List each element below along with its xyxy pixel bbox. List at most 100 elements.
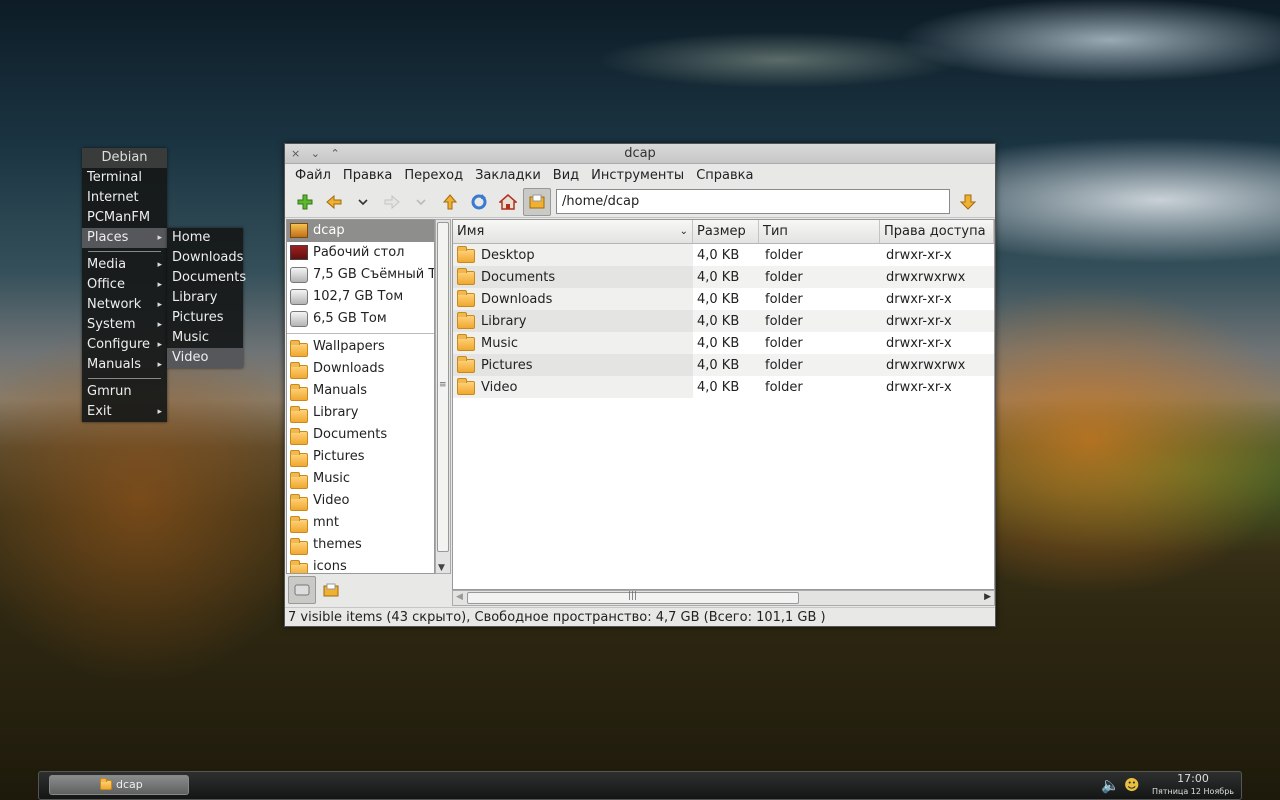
forward-history-button[interactable] (407, 188, 435, 216)
bookmark-library[interactable]: Library (287, 402, 434, 424)
bookmark-pictures[interactable]: Pictures (287, 446, 434, 468)
scroll-right-icon[interactable]: ▶ (984, 592, 991, 602)
scroll-left-icon[interactable]: ◀ (456, 592, 463, 602)
column-permissions[interactable]: Права доступа (880, 220, 994, 243)
menu-view[interactable]: Вид (547, 168, 585, 183)
window-controls: × ⌄ ⌃ (291, 144, 347, 164)
menu-help[interactable]: Справка (690, 168, 759, 183)
volume-icon[interactable]: 🔈 (1101, 776, 1120, 794)
menu-item-gmrun[interactable]: Gmrun (82, 382, 167, 402)
table-row[interactable]: Downloads 4,0 KB folder drwxr-xr-x (453, 288, 994, 310)
menu-item-network[interactable]: Network ▸ (82, 295, 167, 315)
folder-icon (290, 361, 308, 380)
places-item-downloads[interactable]: Downloads (167, 248, 243, 268)
menu-go[interactable]: Переход (398, 168, 469, 183)
file-name: Downloads (481, 291, 553, 307)
file-name: Music (481, 335, 518, 351)
task-button-dcap[interactable]: dcap (49, 775, 189, 795)
maximize-icon[interactable]: ⌃ (330, 147, 339, 160)
column-size[interactable]: Размер (693, 220, 759, 243)
close-icon[interactable]: × (291, 147, 300, 160)
bookmark-documents[interactable]: Documents (287, 424, 434, 446)
tree-view-button[interactable] (317, 576, 345, 604)
side-scrollbar[interactable]: ≡ ▼ (435, 219, 451, 574)
bookmark-wallpapers[interactable]: Wallpapers (287, 336, 434, 358)
places-item-video[interactable]: Video (167, 348, 243, 368)
bookmark-icons[interactable]: icons (287, 556, 434, 573)
menu-item-configure[interactable]: Configure ▸ (82, 335, 167, 355)
menu-item-media[interactable]: Media ▸ (82, 255, 167, 275)
forward-button[interactable] (378, 188, 406, 216)
back-button[interactable] (320, 188, 348, 216)
places-item-documents[interactable]: Documents (167, 268, 246, 288)
menu-item-exit[interactable]: Exit ▸ (82, 402, 167, 422)
submenu-arrow-icon: ▸ (157, 260, 162, 270)
places-item-music[interactable]: Music (167, 328, 243, 348)
column-name[interactable]: Имя ⌄ (453, 220, 693, 243)
bookmark-mnt[interactable]: mnt (287, 512, 434, 534)
file-size: 4,0 KB (697, 247, 740, 263)
bookmark-label: Music (313, 471, 350, 486)
side-item-label: 6,5 GB Том (313, 311, 387, 326)
menu-item-label: Configure (87, 337, 151, 352)
places-view-button[interactable] (288, 576, 316, 604)
path-input[interactable] (556, 189, 950, 214)
back-history-button[interactable] (349, 188, 377, 216)
go-button[interactable] (954, 188, 982, 216)
table-row[interactable]: Pictures 4,0 KB folder drwxrwxrwx (453, 354, 994, 376)
file-size: 4,0 KB (697, 291, 740, 307)
menu-item-terminal[interactable]: Terminal (82, 168, 167, 188)
column-type[interactable]: Тип (759, 220, 880, 243)
file-permissions: drwxr-xr-x (886, 379, 952, 395)
menu-bookmarks[interactable]: Закладки (469, 168, 547, 183)
places-item-home[interactable]: Home (167, 228, 243, 248)
menu-file[interactable]: Файл (289, 168, 337, 183)
menu-item-system[interactable]: System ▸ (82, 315, 167, 335)
side-item-usb-volume[interactable]: 7,5 GB Съёмный Том (287, 264, 434, 286)
reload-button[interactable] (465, 188, 493, 216)
horizontal-scrollbar[interactable]: ◀ ||| ▶ (452, 590, 995, 606)
menu-item-manuals[interactable]: Manuals ▸ (82, 355, 167, 375)
menu-item-pcmanfm[interactable]: PCManFM (82, 208, 167, 228)
window-titlebar[interactable]: × ⌄ ⌃ dcap (285, 144, 995, 164)
side-item-desktop[interactable]: Рабочий стол (287, 242, 434, 264)
submenu-arrow-icon: ▸ (157, 407, 162, 417)
file-type: folder (765, 291, 803, 307)
menu-item-places[interactable]: Places ▸ (82, 228, 167, 248)
menu-tools[interactable]: Инструменты (585, 168, 690, 183)
table-row[interactable]: Desktop 4,0 KB folder drwxr-xr-x (453, 244, 994, 266)
home-button[interactable] (494, 188, 522, 216)
tux-icon[interactable]: ☻ (1124, 776, 1140, 794)
file-name: Documents (481, 269, 556, 285)
grip-icon: ||| (628, 591, 638, 601)
table-row[interactable]: Documents 4,0 KB folder drwxrwxrwx (453, 266, 994, 288)
menu-title: Debian (82, 148, 167, 168)
table-row[interactable]: Video 4,0 KB folder drwxr-xr-x (453, 376, 994, 398)
table-row[interactable]: Library 4,0 KB folder drwxr-xr-x (453, 310, 994, 332)
minimize-icon[interactable]: ⌄ (311, 147, 320, 160)
bookmark-manuals[interactable]: Manuals (287, 380, 434, 402)
side-item-volume-102[interactable]: 102,7 GB Том (287, 286, 434, 308)
toggle-view-button[interactable] (523, 187, 551, 216)
file-size: 4,0 KB (697, 379, 740, 395)
menu-item-label: Places (87, 230, 129, 245)
bookmark-music[interactable]: Music (287, 468, 434, 490)
menu-item-internet[interactable]: Internet (82, 188, 167, 208)
new-tab-button[interactable] (291, 188, 319, 216)
table-row[interactable]: Music 4,0 KB folder drwxr-xr-x (453, 332, 994, 354)
file-name: Pictures (481, 357, 533, 373)
side-item-volume-6[interactable]: 6,5 GB Том (287, 308, 434, 330)
file-type: folder (765, 247, 803, 263)
scroll-down-icon[interactable]: ▼ (438, 563, 445, 573)
clock[interactable]: 17:00 Пятница 12 Ноябрь (1149, 772, 1237, 798)
up-button[interactable] (436, 188, 464, 216)
bookmark-video[interactable]: Video (287, 490, 434, 512)
menu-item-label: System (87, 317, 136, 332)
bookmark-themes[interactable]: themes (287, 534, 434, 556)
places-item-library[interactable]: Library (167, 288, 243, 308)
places-item-pictures[interactable]: Pictures (167, 308, 243, 328)
menu-item-office[interactable]: Office ▸ (82, 275, 167, 295)
side-item-dcap[interactable]: dcap (287, 220, 434, 242)
menu-edit[interactable]: Правка (337, 168, 398, 183)
bookmark-downloads[interactable]: Downloads (287, 358, 434, 380)
